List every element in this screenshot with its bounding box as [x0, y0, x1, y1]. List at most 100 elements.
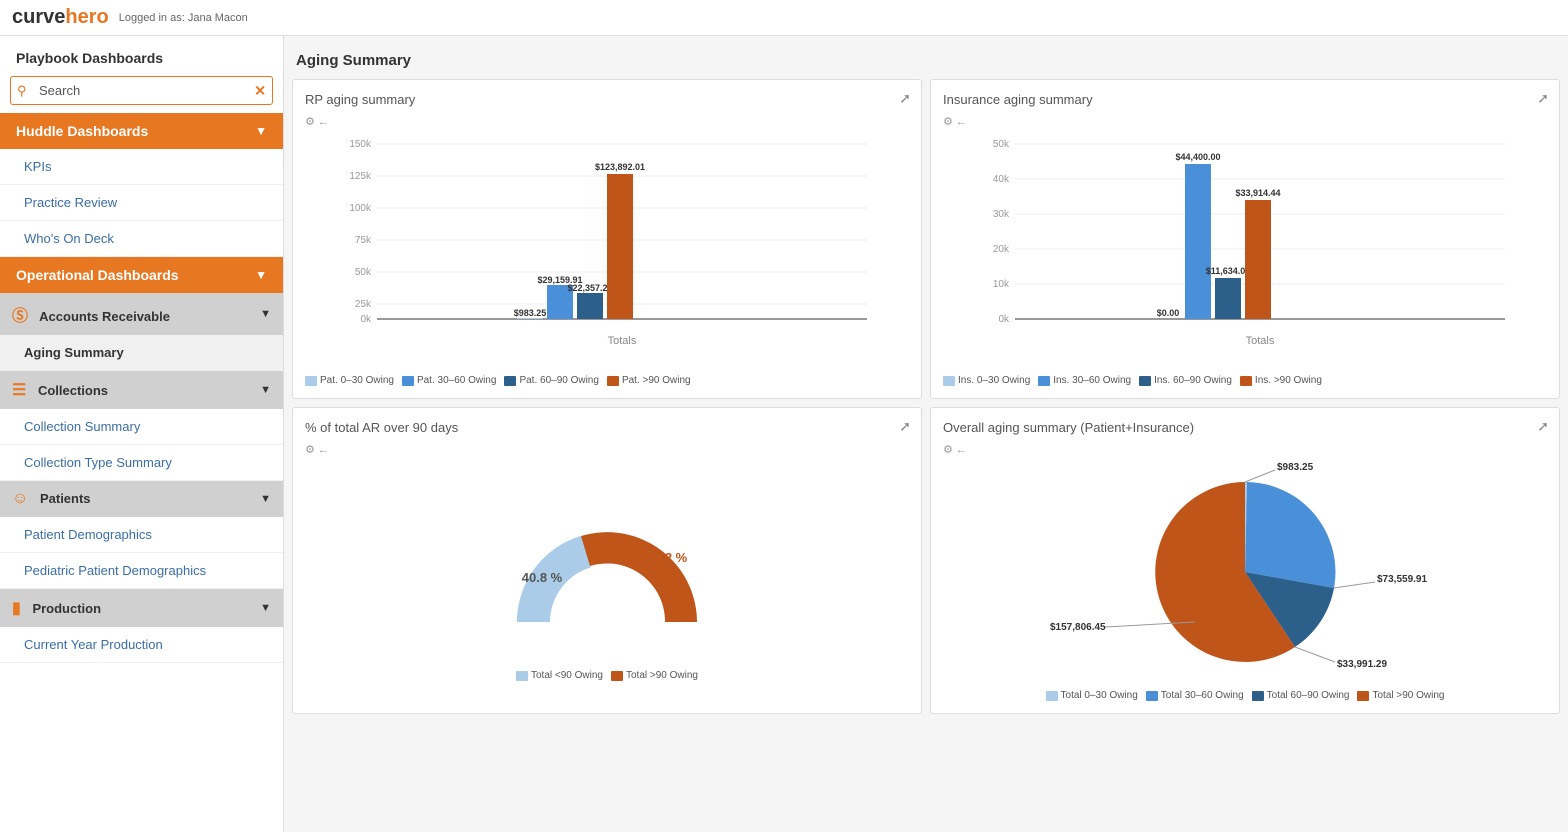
svg-text:$0.00: $0.00 — [1157, 308, 1180, 318]
patients-header[interactable]: ☺ Patients ▼ — [0, 481, 283, 517]
svg-text:100k: 100k — [349, 203, 372, 214]
bar-chart-icon: ▮ — [12, 600, 21, 617]
clear-search-icon[interactable]: ✕ — [254, 82, 266, 99]
insurance-chart-title: Insurance aging summary — [943, 92, 1547, 107]
svg-text:40k: 40k — [993, 174, 1010, 185]
legend-pat-30-60: Pat. 30–60 Owing — [402, 375, 497, 386]
svg-text:30k: 30k — [993, 209, 1010, 220]
svg-text:75k: 75k — [355, 235, 372, 246]
svg-text:50k: 50k — [355, 267, 372, 278]
collections-label: Collections — [38, 383, 108, 398]
legend-overall-30-60: Total 30–60 Owing — [1146, 690, 1244, 701]
overall-pie-svg: $983.25 $73,559.91 $33,991.29 $157,806.4… — [1045, 462, 1445, 682]
person-icon: ☺ — [12, 490, 28, 507]
percent-chart-legend: Total <90 Owing Total >90 Owing — [305, 670, 909, 681]
logo-curve: curve — [12, 6, 65, 28]
donut-group — [507, 532, 727, 662]
legend-dot-overall-30-60 — [1146, 691, 1158, 701]
sidebar-item-collection-summary[interactable]: Collection Summary — [0, 409, 283, 445]
svg-text:$983.25: $983.25 — [514, 308, 547, 318]
collections-header[interactable]: ☰ Collections ▼ — [0, 371, 283, 409]
svg-text:$33,991.29: $33,991.29 — [1337, 659, 1387, 670]
svg-text:25k: 25k — [355, 299, 372, 310]
percent-donut-svg: 40.8 % 59.2 % — [447, 462, 767, 662]
svg-text:Totals: Totals — [1246, 335, 1275, 347]
legend-dot-pat-0-30 — [305, 376, 317, 386]
svg-text:0k: 0k — [360, 314, 372, 325]
huddle-dashboards-label: Huddle Dashboards — [16, 123, 148, 139]
charts-grid: RP aging summary ➚ ⚙ ← 150k 125k 100k — [292, 79, 1560, 714]
huddle-dashboards-header[interactable]: Huddle Dashboards ▼ — [0, 113, 283, 149]
sidebar-item-aging-summary[interactable]: Aging Summary — [0, 335, 283, 371]
logo-hero: hero — [65, 6, 108, 28]
legend-overall-0-30: Total 0–30 Owing — [1046, 690, 1138, 701]
legend-pat-0-30: Pat. 0–30 Owing — [305, 375, 394, 386]
sidebar-item-kpis[interactable]: KPIs — [0, 149, 283, 185]
accounts-receivable-label: Accounts Receivable — [39, 309, 170, 324]
legend-total-gt90: Total >90 Owing — [611, 670, 698, 681]
overall-chart-legend: Total 0–30 Owing Total 30–60 Owing Total… — [943, 690, 1547, 701]
legend-ins-90plus: Ins. >90 Owing — [1240, 375, 1322, 386]
svg-text:0k: 0k — [998, 314, 1010, 325]
rp-chart-title: RP aging summary — [305, 92, 909, 107]
sidebar-item-practice-review[interactable]: Practice Review — [0, 185, 283, 221]
sidebar-item-pediatric-patient-demographics[interactable]: Pediatric Patient Demographics — [0, 553, 283, 589]
sidebar-item-collection-type-summary[interactable]: Collection Type Summary — [0, 445, 283, 481]
insurance-chart-options[interactable]: ⚙ ← — [943, 115, 1547, 128]
overall-expand-icon[interactable]: ➚ — [1537, 418, 1549, 435]
svg-text:59.2 %: 59.2 % — [647, 550, 688, 565]
operational-dashboards-header[interactable]: Operational Dashboards ▼ — [0, 257, 283, 293]
dollar-circle-icon: Ⓢ — [12, 308, 28, 325]
svg-text:50k: 50k — [993, 139, 1010, 150]
rp-expand-icon[interactable]: ➚ — [899, 90, 911, 107]
rp-chart-options[interactable]: ⚙ ← — [305, 115, 909, 128]
rp-aging-chart-card: RP aging summary ➚ ⚙ ← 150k 125k 100k — [292, 79, 922, 399]
legend-dot-ins-0-30 — [943, 376, 955, 386]
legend-dot-pat-60-90 — [504, 376, 516, 386]
legend-ins-0-30: Ins. 0–30 Owing — [943, 375, 1030, 386]
sidebar-item-patient-demographics[interactable]: Patient Demographics — [0, 517, 283, 553]
legend-dot-ins-30-60 — [1038, 376, 1050, 386]
svg-text:$123,892.01: $123,892.01 — [595, 162, 645, 172]
legend-dot-overall-90plus — [1357, 691, 1369, 701]
svg-text:$983.25: $983.25 — [1277, 462, 1314, 473]
rp-chart-legend: Pat. 0–30 Owing Pat. 30–60 Owing Pat. 60… — [305, 375, 909, 386]
legend-dot-gt90 — [611, 671, 623, 681]
svg-text:$22,357.29: $22,357.29 — [567, 283, 612, 293]
percent-pie-area: 40.8 % 59.2 % — [305, 462, 909, 662]
patients-label: Patients — [40, 491, 91, 506]
rp-bar-chart-svg: 150k 125k 100k 75k 50k 25k 0k $983.25 $2… — [305, 134, 909, 364]
legend-dot-pat-30-60 — [402, 376, 414, 386]
production-header[interactable]: ▮ Production ▼ — [0, 589, 283, 627]
insurance-aging-chart-card: Insurance aging summary ➚ ⚙ ← 50k 40k 30… — [930, 79, 1560, 399]
legend-ins-60-90: Ins. 60–90 Owing — [1139, 375, 1232, 386]
accounts-receivable-header[interactable]: Ⓢ Accounts Receivable ▼ — [0, 293, 283, 335]
sidebar-item-whos-on-deck[interactable]: Who's On Deck — [0, 221, 283, 257]
collections-chevron-icon: ▼ — [260, 384, 271, 396]
percent-expand-icon[interactable]: ➚ — [899, 418, 911, 435]
svg-text:$73,559.91: $73,559.91 — [1377, 574, 1427, 585]
svg-text:$157,806.45: $157,806.45 — [1050, 622, 1106, 633]
sidebar: Playbook Dashboards ⚲ ✕ Huddle Dashboard… — [0, 36, 284, 832]
svg-text:20k: 20k — [993, 244, 1010, 255]
percent-chart-options[interactable]: ⚙ ← — [305, 443, 909, 456]
legend-total-lt90: Total <90 Owing — [516, 670, 603, 681]
logo: curvehero — [12, 6, 109, 29]
legend-dot-lt90 — [516, 671, 528, 681]
legend-pat-90plus: Pat. >90 Owing — [607, 375, 691, 386]
svg-text:10k: 10k — [993, 279, 1010, 290]
sidebar-item-current-year-production[interactable]: Current Year Production — [0, 627, 283, 663]
legend-dot-ins-60-90 — [1139, 376, 1151, 386]
svg-text:$33,914.44: $33,914.44 — [1235, 188, 1280, 198]
production-chevron-icon: ▼ — [260, 602, 271, 614]
topbar: curvehero Logged in as: Jana Macon — [0, 0, 1568, 36]
search-icon: ⚲ — [17, 83, 27, 99]
huddle-chevron-icon: ▼ — [255, 124, 267, 138]
overall-chart-options[interactable]: ⚙ ← — [943, 443, 1547, 456]
svg-text:125k: 125k — [349, 171, 372, 182]
svg-text:Totals: Totals — [608, 335, 637, 347]
legend-dot-pat-90plus — [607, 376, 619, 386]
legend-dot-overall-0-30 — [1046, 691, 1058, 701]
search-input[interactable] — [10, 76, 273, 105]
insurance-expand-icon[interactable]: ➚ — [1537, 90, 1549, 107]
